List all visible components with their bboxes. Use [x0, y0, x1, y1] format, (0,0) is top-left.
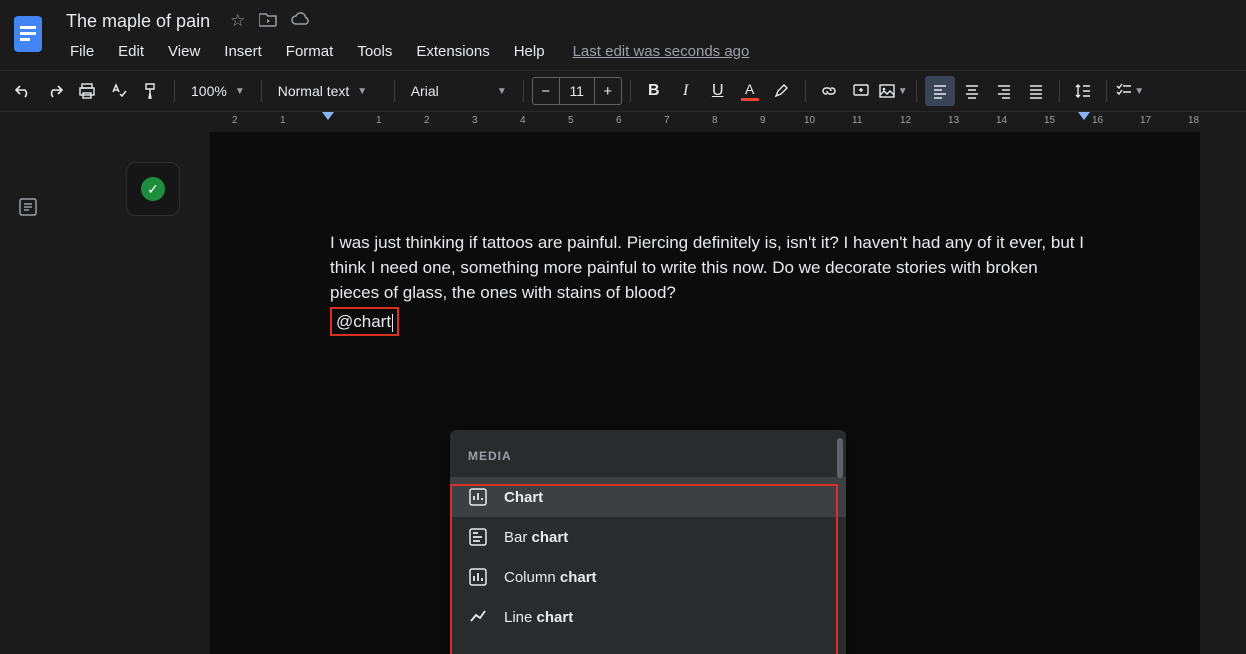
- checklist-button[interactable]: ▼: [1115, 76, 1145, 106]
- font-size-decrease[interactable]: −: [532, 77, 560, 105]
- insert-link-button[interactable]: [814, 76, 844, 106]
- ruler[interactable]: 2 1 1 2 3 4 5 6 7 8 9 10 11 12 13 14 15 …: [208, 112, 1246, 132]
- move-icon[interactable]: [259, 11, 277, 32]
- font-select[interactable]: Arial▼: [403, 77, 515, 105]
- popup-section-media: MEDIA: [450, 430, 846, 477]
- show-outline-button[interactable]: [13, 192, 43, 222]
- line-chart-icon: [468, 607, 488, 627]
- underline-button[interactable]: U: [703, 76, 733, 106]
- align-justify-button[interactable]: [1021, 76, 1051, 106]
- menu-extensions[interactable]: Extensions: [406, 39, 499, 64]
- text-color-button[interactable]: A: [735, 76, 765, 106]
- paint-format-button[interactable]: [136, 76, 166, 106]
- italic-button[interactable]: I: [671, 76, 701, 106]
- popup-section-files[interactable]: FILES ›: [450, 637, 846, 654]
- redo-button[interactable]: [40, 76, 70, 106]
- popup-item-column-chart[interactable]: Column chart: [450, 557, 846, 597]
- popup-item-label: Line chart: [504, 605, 573, 630]
- grammar-check-chip[interactable]: ✓: [126, 162, 180, 216]
- menu-edit[interactable]: Edit: [108, 39, 154, 64]
- undo-button[interactable]: [8, 76, 38, 106]
- zoom-select[interactable]: 100%▼: [183, 77, 253, 105]
- indent-marker-right-icon[interactable]: [1078, 112, 1090, 122]
- popup-item-chart[interactable]: Chart: [450, 477, 846, 517]
- line-spacing-button[interactable]: [1068, 76, 1098, 106]
- spellcheck-button[interactable]: [104, 76, 134, 106]
- smart-chip-popup: MEDIA Chart Bar chart Column chart: [450, 430, 846, 654]
- cloud-status-icon[interactable]: [291, 11, 311, 32]
- doc-title[interactable]: The maple of pain: [60, 9, 216, 34]
- menu-file[interactable]: File: [60, 39, 104, 64]
- align-left-button[interactable]: [925, 76, 955, 106]
- popup-item-line-chart[interactable]: Line chart: [450, 597, 846, 637]
- menu-insert[interactable]: Insert: [214, 39, 272, 64]
- popup-item-bar-chart[interactable]: Bar chart: [450, 517, 846, 557]
- last-edit-link[interactable]: Last edit was seconds ago: [573, 43, 750, 60]
- menu-help[interactable]: Help: [504, 39, 555, 64]
- popup-item-label: Chart: [504, 485, 543, 510]
- highlight-button[interactable]: [767, 76, 797, 106]
- popup-scrollbar[interactable]: [837, 438, 843, 478]
- menu-view[interactable]: View: [158, 39, 210, 64]
- star-icon[interactable]: ☆: [230, 11, 245, 32]
- font-size-increase[interactable]: +: [594, 77, 622, 105]
- align-right-button[interactable]: [989, 76, 1019, 106]
- chart-icon: [468, 487, 488, 507]
- font-size-input[interactable]: 11: [560, 77, 594, 105]
- insert-image-button[interactable]: ▼: [878, 76, 908, 106]
- document-page[interactable]: I was just thinking if tattoos are painf…: [210, 132, 1200, 654]
- at-mention-input[interactable]: @chart: [330, 307, 399, 336]
- menu-format[interactable]: Format: [276, 39, 344, 64]
- popup-item-label: Bar chart: [504, 525, 568, 550]
- bar-chart-icon: [468, 527, 488, 547]
- column-chart-icon: [468, 567, 488, 587]
- add-comment-button[interactable]: [846, 76, 876, 106]
- document-paragraph[interactable]: I was just thinking if tattoos are painf…: [330, 230, 1090, 305]
- toolbar: 100%▼ Normal text▼ Arial▼ − 11 + B I U A…: [0, 70, 1246, 112]
- indent-marker-left-icon[interactable]: [322, 112, 334, 122]
- menu-tools[interactable]: Tools: [347, 39, 402, 64]
- check-icon: ✓: [141, 177, 165, 201]
- print-button[interactable]: [72, 76, 102, 106]
- docs-logo[interactable]: [10, 10, 46, 58]
- paragraph-style-select[interactable]: Normal text▼: [270, 77, 386, 105]
- align-center-button[interactable]: [957, 76, 987, 106]
- bold-button[interactable]: B: [639, 76, 669, 106]
- popup-item-label: Column chart: [504, 565, 597, 590]
